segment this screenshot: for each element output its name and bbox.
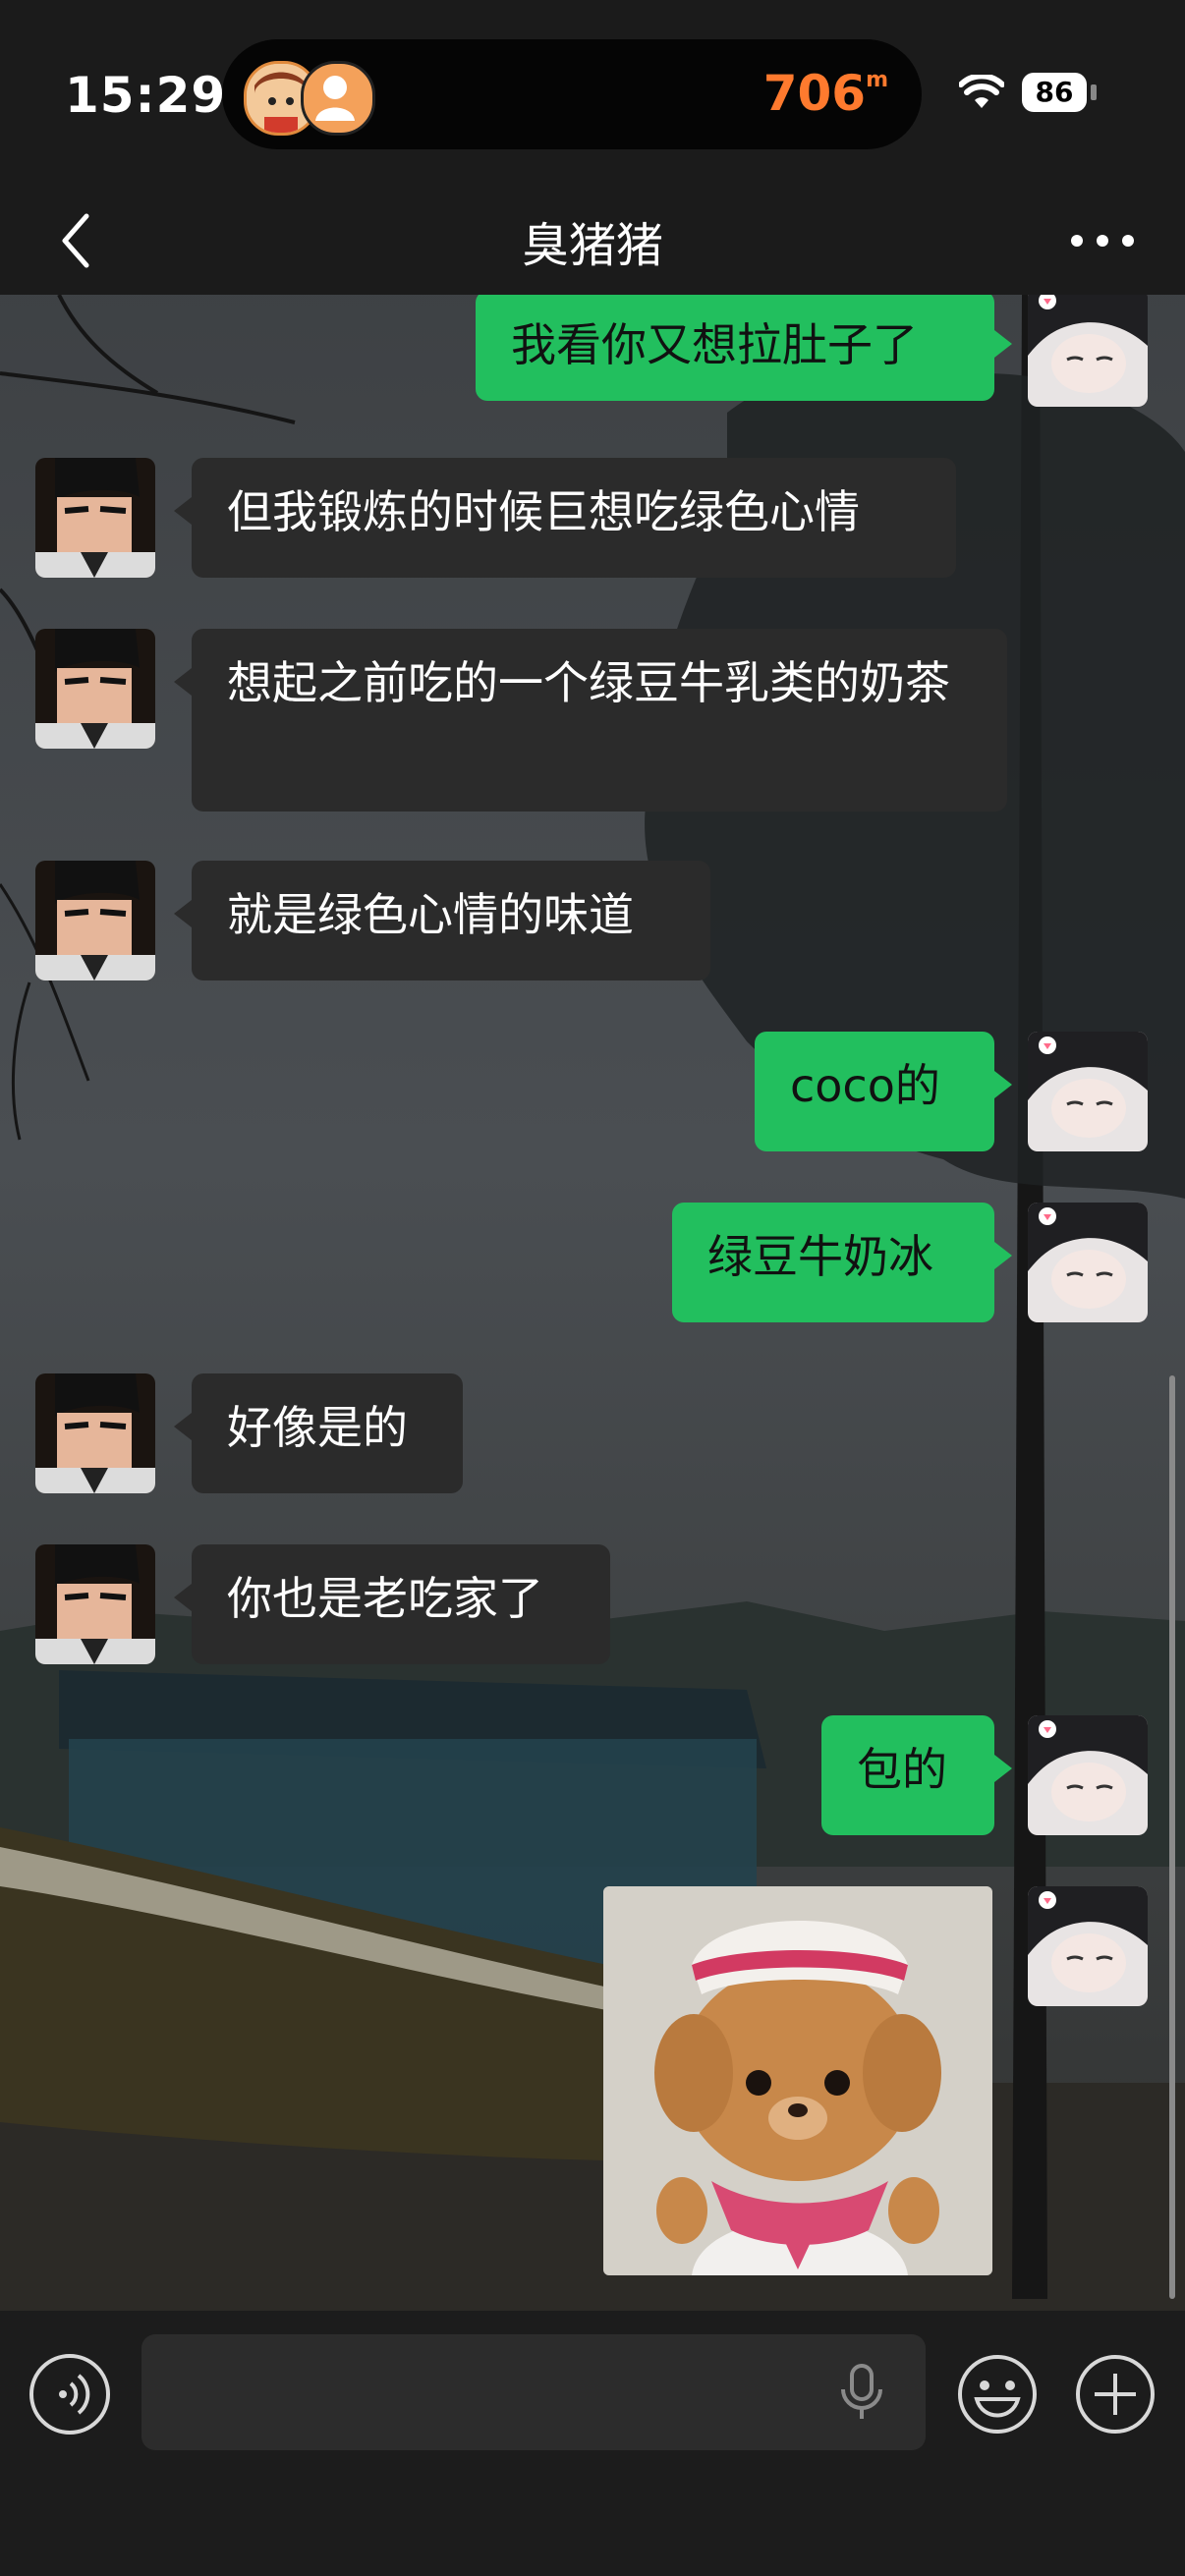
avatar[interactable] [1028, 295, 1148, 407]
status-bar: 15:29 706m 86 [0, 0, 1185, 187]
bear-doll-sticker[interactable] [603, 1886, 992, 2275]
input-bar [0, 2311, 1185, 2576]
avatar[interactable] [1028, 1886, 1148, 2006]
chat-header: 臭猪猪 [0, 187, 1185, 295]
avatar[interactable] [35, 629, 155, 749]
status-time: 15:29 [65, 67, 227, 124]
battery-tip [1091, 84, 1097, 100]
chat-title: 臭猪猪 [521, 218, 663, 273]
message-input[interactable] [141, 2334, 926, 2450]
wifi-icon [959, 75, 1004, 108]
message-text: 包的 [857, 1743, 947, 1796]
message-text: 绿豆牛奶冰 [707, 1230, 933, 1283]
voice-mode-icon[interactable] [29, 2354, 110, 2435]
microphone-icon[interactable] [837, 2362, 886, 2423]
emoji-icon[interactable] [955, 2352, 1040, 2436]
dynamic-island[interactable]: 706m [222, 39, 922, 149]
avatar[interactable] [1028, 1715, 1148, 1835]
more-dots-icon[interactable] [1063, 216, 1142, 265]
person-icon [301, 61, 375, 136]
avatar[interactable] [35, 1544, 155, 1664]
message-bubble-incoming[interactable]: 好像是的 [174, 1373, 463, 1493]
plus-circle-icon[interactable] [1073, 2352, 1157, 2436]
message-text: 就是绿色心情的味道 [227, 888, 634, 941]
message-text: 我看你又想拉肚子了 [511, 318, 918, 371]
message-bubble-incoming[interactable]: 你也是老吃家了 [174, 1544, 610, 1664]
message-bubble-outgoing[interactable]: 我看你又想拉肚子了 [476, 295, 1012, 401]
avatar[interactable] [1028, 1032, 1148, 1151]
message-list[interactable]: 我看你又想拉肚子了 但我锻炼的时候巨想吃绿色心情 想起之前吃的一个绿豆牛乳类的奶… [0, 295, 1185, 2311]
message-text: 想起之前吃的一个绿豆牛乳类的奶茶 [227, 656, 950, 709]
message-bubble-incoming[interactable]: 但我锻炼的时候巨想吃绿色心情 [174, 458, 956, 578]
message-bubble-incoming[interactable]: 想起之前吃的一个绿豆牛乳类的奶茶 [174, 629, 1007, 812]
message-bubble-outgoing[interactable]: coco的 [755, 1032, 1012, 1151]
message-text: 但我锻炼的时候巨想吃绿色心情 [227, 485, 860, 538]
message-bubble-outgoing[interactable]: 包的 [821, 1715, 1012, 1835]
message-text: 好像是的 [227, 1401, 408, 1454]
avatar[interactable] [35, 861, 155, 980]
avatar[interactable] [35, 1373, 155, 1493]
message-bubble-outgoing[interactable]: 绿豆牛奶冰 [672, 1203, 1012, 1322]
message-text: 你也是老吃家了 [227, 1572, 543, 1625]
avatar[interactable] [35, 458, 155, 578]
message-bubble-incoming[interactable]: 就是绿色心情的味道 [174, 861, 710, 980]
battery-indicator: 86 [1022, 73, 1087, 112]
scrollbar[interactable] [1169, 1375, 1175, 2299]
message-text: coco的 [790, 1059, 940, 1112]
distance-readout: 706m [762, 65, 888, 122]
avatar[interactable] [1028, 1203, 1148, 1322]
